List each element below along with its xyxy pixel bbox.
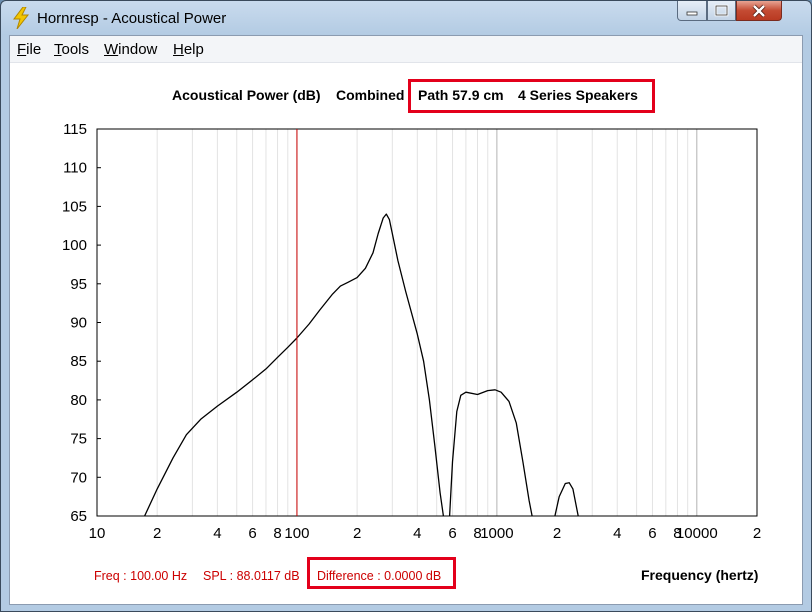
y-tick-label: 105	[62, 198, 87, 215]
y-tick-label: 75	[70, 431, 87, 448]
x-tick-label: 4	[613, 525, 621, 542]
y-tick-label: 100	[62, 237, 87, 254]
y-tick-label: 90	[70, 315, 87, 332]
series-line	[554, 482, 579, 516]
plot-frame	[96, 128, 758, 517]
x-tick-label: 6	[248, 525, 256, 542]
x-tick-label: 2	[153, 525, 161, 542]
y-tick-label: 65	[70, 508, 87, 525]
x-tick-label: 1000	[480, 525, 513, 542]
x-tick-label: 10	[89, 525, 106, 542]
app-window: Hornresp - Acoustical Power File Tools W…	[0, 0, 812, 612]
y-tick-label: 80	[70, 392, 87, 409]
x-tick-label: 4	[213, 525, 221, 542]
acoustical-power-chart[interactable]: 1151101051009590858075706510 2 4 6 8 100 2 4 6 81…	[2, 2, 812, 612]
y-tick-label: 110	[63, 160, 87, 177]
freq-readout: Freq : 100.00 Hz	[94, 569, 188, 583]
x-tick-label: 6	[448, 525, 456, 542]
plot-area[interactable]: Acoustical Power (dB) Combined Path 57.9…	[10, 63, 802, 604]
y-tick-label: 70	[70, 469, 87, 486]
series-line	[144, 213, 445, 516]
x-tick-label: 2	[553, 525, 561, 542]
y-tick-label: 115	[63, 121, 87, 138]
series-line	[448, 389, 533, 516]
x-tick-label: 2	[753, 525, 761, 542]
x-tick-label: 10000	[676, 525, 718, 542]
client-area: File Tools Window Help Acoustical Power …	[9, 35, 803, 605]
x-tick-label: 6	[648, 525, 656, 542]
y-tick-label: 95	[70, 276, 87, 293]
y-tick-label: 85	[70, 353, 87, 370]
x-axis-label: Frequency (hertz)	[641, 567, 759, 583]
x-tick-label: 100	[284, 525, 309, 542]
x-tick-label: 8	[273, 525, 281, 542]
x-tick-label: 2	[353, 525, 361, 542]
x-tick-label: 4	[413, 525, 421, 542]
difference-readout: Difference : 0.0000 dB	[317, 569, 442, 583]
spl-readout: SPL : 88.0117 dB	[203, 569, 300, 583]
